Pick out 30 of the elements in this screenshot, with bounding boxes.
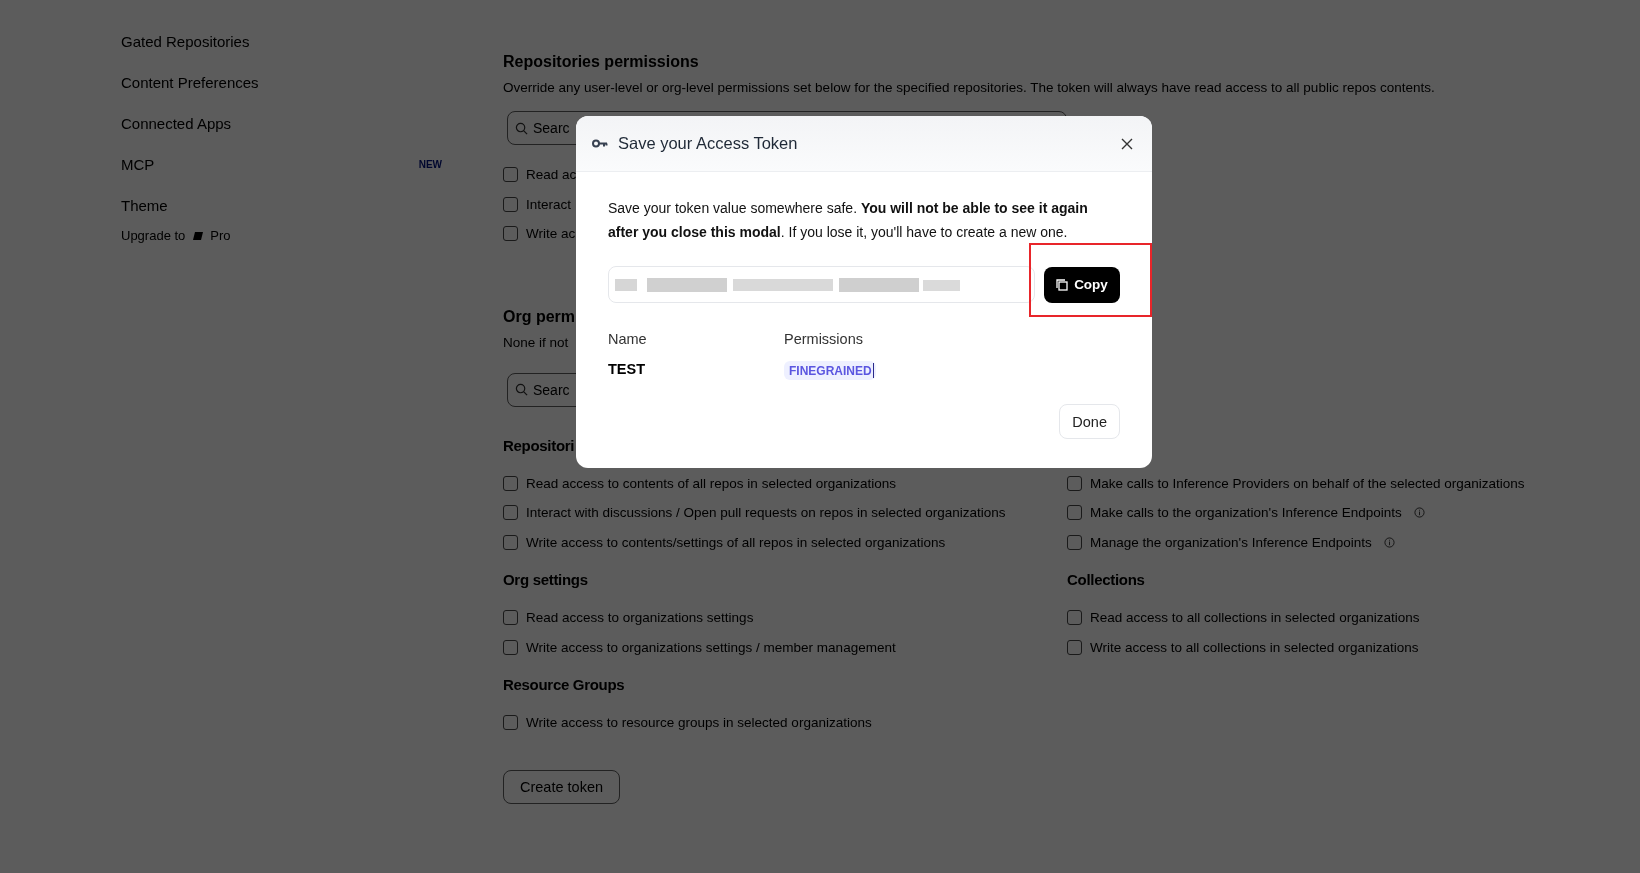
permission-label: Interact with discussions / Open pull requests on repos in selected organizations	[526, 505, 1006, 521]
permission-label: Write access to all collections in selected organizations	[1090, 639, 1419, 655]
permission-label: Manage the organization's Inference Endpoints	[1090, 534, 1372, 550]
group-heading: Repositori	[503, 436, 576, 456]
section-heading: Org perm	[503, 307, 576, 326]
permission-label: Read access to contents of all repos in selected organizations	[526, 475, 896, 491]
column-header: Permissions	[784, 331, 864, 347]
section-description: Override any user-level or org-level permissions set below for the specified repositories. The token will always have read access to all public repos contents.	[503, 80, 1435, 95]
permission-label: Read access to all collections in selected organizations	[1090, 610, 1420, 626]
permission-tag: FINEGRAINED	[784, 361, 877, 380]
column-header: Name	[608, 331, 648, 347]
pro-label: Pro	[210, 228, 231, 243]
permission-label: Write access to organizations settings / member management	[526, 639, 896, 655]
section-heading: Repositories permissions	[503, 53, 700, 71]
permission-label: Read ac	[526, 167, 577, 183]
permission-label: Read access to organizations settings	[526, 610, 754, 626]
permission-label: Write access to resource groups in selected organizations	[526, 715, 872, 731]
permission-label: Make calls to Inference Providers on behalf of the selected organizations	[1090, 475, 1525, 491]
token-name: TEST	[608, 361, 647, 379]
group-heading: Org settings	[503, 571, 589, 590]
new-tag: NEW	[418, 159, 442, 170]
dialog-title: Save your Access Token	[618, 134, 799, 153]
permission-label: Write ac	[526, 226, 576, 242]
group-heading: Collections	[1067, 571, 1146, 590]
dialog-message: Save your token value somewhere safe. You will not be able to see it again after you close this modal. If you lose it, you'll have to create a new one.	[608, 199, 1089, 242]
permission-label: Make calls to the organization's Inference Endpoints	[1090, 505, 1402, 521]
permission-label: Interact	[526, 196, 572, 212]
group-heading: Resource Groups	[503, 676, 626, 695]
permission-label: Write access to contents/settings of all repos in selected organizations	[526, 534, 946, 550]
section-description: None if not	[503, 334, 569, 350]
